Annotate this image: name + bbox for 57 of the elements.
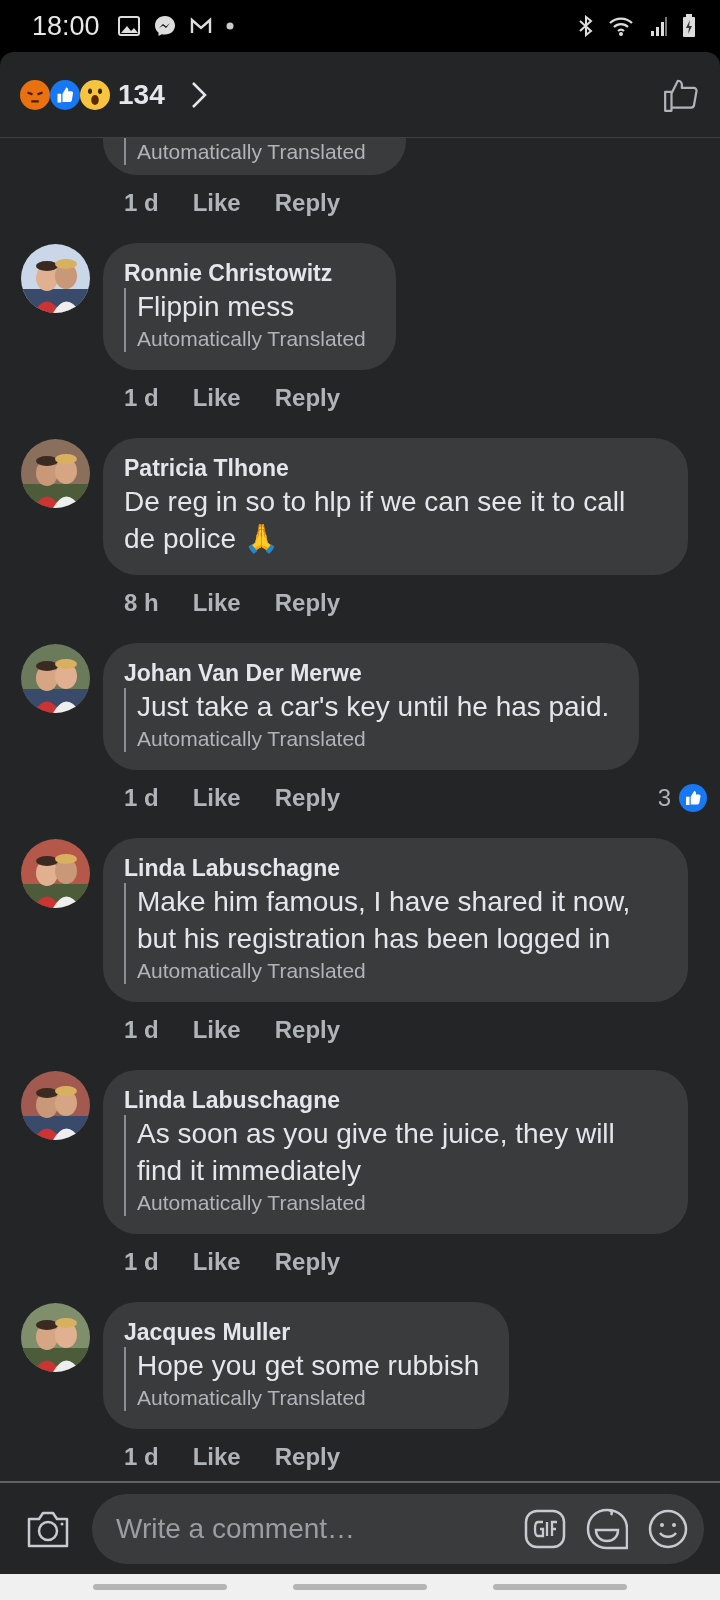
commenter-name[interactable]: Johan Van Der Merwe — [124, 658, 610, 688]
comment-time: 1 d — [124, 1248, 159, 1276]
translation-note: Automatically Translated — [137, 139, 366, 165]
like-link[interactable]: Like — [192, 1016, 241, 1044]
comment-time: 8 h — [124, 589, 159, 617]
messenger-icon — [153, 15, 176, 37]
comment-text: De reg in so to hlp if we can see it to call de police 🙏 — [124, 485, 627, 556]
like-link[interactable]: Like — [192, 384, 241, 412]
emoji-button[interactable] — [648, 1508, 688, 1549]
comment-text: As soon as you give the juice, they will find it immediately — [137, 1117, 616, 1188]
commenter-name[interactable]: Jacques Muller — [124, 1317, 480, 1347]
comment-box[interactable]: Write a comment… — [92, 1493, 704, 1564]
wow-reaction-icon — [80, 79, 110, 110]
translation-note: Automatically Translated — [137, 1385, 367, 1411]
gif-button[interactable] — [524, 1508, 566, 1549]
comment-time: 1 d — [124, 384, 159, 412]
like-link[interactable]: Like — [192, 1443, 241, 1471]
comment-time: 1 d — [124, 1016, 159, 1044]
reaction-count[interactable]: 134 — [118, 78, 165, 111]
reply-link[interactable]: Reply — [274, 589, 341, 617]
translation-note: Automatically Translated — [137, 726, 367, 752]
like-link[interactable]: Like — [192, 1248, 241, 1276]
comment-time: 1 d — [124, 189, 159, 217]
signal-icon — [650, 15, 668, 37]
bluetooth-icon — [578, 15, 594, 37]
like-reaction-icon — [679, 784, 707, 812]
reply-link[interactable]: Reply — [274, 1248, 341, 1276]
translation-note: Automatically Translated — [137, 326, 366, 352]
translation-note: Automatically Translated — [137, 1190, 367, 1216]
status-time: 18:00 — [32, 10, 100, 42]
reaction-count: 3 — [657, 784, 671, 812]
reply-link[interactable]: Reply — [274, 189, 341, 217]
comment-time: 1 d — [124, 784, 159, 812]
like-reaction-icon — [50, 79, 80, 110]
commenter-name[interactable]: Ronnie Christowitz — [124, 258, 366, 288]
comment-text: Make him famous, I have shared it now, but his registration has been logged in — [137, 885, 632, 956]
mail-icon — [189, 17, 212, 35]
sticker-button[interactable] — [586, 1507, 628, 1550]
reply-link[interactable]: Reply — [274, 1443, 341, 1471]
comment-time: 1 d — [124, 1443, 159, 1471]
reply-link[interactable]: Reply — [274, 384, 341, 412]
translation-note: Automatically Translated — [137, 958, 367, 984]
like-link[interactable]: Like — [192, 589, 241, 617]
like-link[interactable]: Like — [192, 189, 241, 217]
dot-icon — [225, 22, 234, 30]
like-link[interactable]: Like — [192, 784, 241, 812]
battery-icon — [682, 14, 696, 38]
commenter-name[interactable]: Linda Labuschagne — [124, 1085, 658, 1115]
reply-link[interactable]: Reply — [274, 784, 341, 812]
angry-reaction-icon — [20, 79, 50, 110]
comment-text: Hope you get some rubbish — [137, 1349, 480, 1383]
commenter-name[interactable]: Linda Labuschagne — [124, 853, 658, 883]
reply-link[interactable]: Reply — [274, 1016, 341, 1044]
image-icon — [117, 16, 140, 36]
commenter-name[interactable]: Patricia Tlhone — [124, 453, 658, 483]
comment-text: Flippin mess — [137, 290, 296, 324]
comment-text: Just take a car's key until he has paid. — [137, 690, 610, 724]
